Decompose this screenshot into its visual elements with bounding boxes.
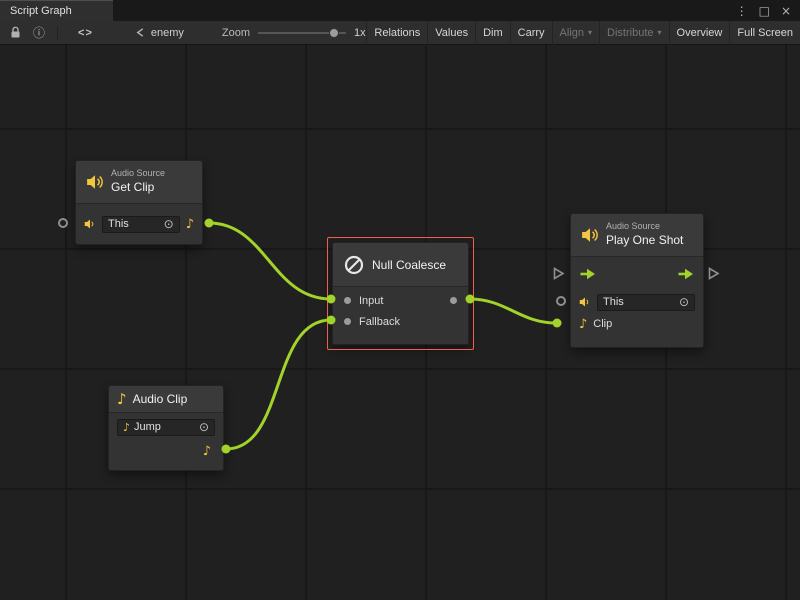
port-label: Clip <box>593 318 612 330</box>
zoom-slider[interactable] <box>258 21 346 45</box>
toolbar-buttons: Relations Values Dim Carry Align ▾ Distri… <box>366 21 800 45</box>
button-dim[interactable]: Dim <box>475 21 510 45</box>
chevron-down-icon: ▾ <box>588 28 592 37</box>
audio-clip-port-icon: ♪ <box>579 318 587 331</box>
window-controls: ⋮ □ × <box>736 0 800 21</box>
node-category: Audio Source <box>606 221 683 233</box>
object-field-value: This <box>108 218 129 230</box>
button-overview[interactable]: Overview <box>669 21 730 45</box>
button-label: Align <box>560 27 584 39</box>
node-title: Play One Shot <box>606 233 683 249</box>
maximize-icon[interactable]: □ <box>759 4 770 18</box>
node-title: Get Clip <box>111 180 165 196</box>
graph-owner-icon <box>135 27 146 38</box>
code-icon[interactable]: <> <box>78 27 93 39</box>
audio-source-icon <box>579 296 591 308</box>
graph-owner-name: enemy <box>151 27 184 39</box>
port-input[interactable] <box>344 297 351 304</box>
object-picker-icon[interactable]: ⊙ <box>164 218 174 230</box>
button-align[interactable]: Align ▾ <box>552 21 599 45</box>
port-playoneshot-target[interactable] <box>556 296 566 306</box>
node-play-one-shot[interactable]: Audio Source Play One Shot This <box>570 213 704 348</box>
node-header: Audio Source Play One Shot <box>571 214 703 256</box>
button-label: Dim <box>483 27 503 39</box>
flow-out-icon[interactable] <box>678 268 694 280</box>
close-icon[interactable]: × <box>781 4 791 18</box>
button-full-screen[interactable]: Full Screen <box>729 21 800 45</box>
port-result[interactable] <box>450 297 457 304</box>
chevron-down-icon: ▾ <box>658 28 662 37</box>
node-header: Null Coalesce <box>333 243 468 286</box>
this-object-field[interactable]: This ⊙ <box>597 294 695 311</box>
node-get-clip[interactable]: Audio Source Get Clip This ⊙ ♪ <box>75 160 203 245</box>
port-label: Fallback <box>359 316 400 328</box>
graph-owner[interactable]: enemy <box>135 27 184 39</box>
button-carry[interactable]: Carry <box>510 21 552 45</box>
null-coalesce-icon <box>343 254 365 276</box>
node-category: Audio Source <box>111 168 165 180</box>
this-object-field[interactable]: This ⊙ <box>102 216 180 233</box>
port-getclip-output[interactable] <box>205 219 214 228</box>
node-header: ♪ Audio Clip <box>109 386 223 412</box>
titlebar: Script Graph ⋮ □ × <box>0 0 800 21</box>
audio-clip-port-icon: ♪ <box>203 445 211 458</box>
object-picker-icon[interactable]: ⊙ <box>679 296 689 308</box>
port-audioclip-output[interactable] <box>222 445 231 454</box>
button-relations[interactable]: Relations <box>366 21 427 45</box>
object-field-value: Jump <box>134 421 161 433</box>
button-label: Overview <box>677 27 723 39</box>
graph-toolbar: ⓘ <> enemy Zoom 1x Relations Values Dim … <box>0 21 800 45</box>
audio-source-icon <box>581 226 599 244</box>
toolbar-separator <box>57 26 58 40</box>
port-playoneshot-clip[interactable] <box>553 319 562 328</box>
node-title: Null Coalesce <box>372 258 446 272</box>
audio-clip-port-icon: ♪ <box>186 218 194 231</box>
port-nullcoalesce-input[interactable] <box>327 295 336 304</box>
wire-getclip-to-input[interactable] <box>209 223 331 299</box>
wire-result-to-clip[interactable] <box>470 299 556 323</box>
node-header: Audio Source Get Clip <box>76 161 202 203</box>
audio-clip-icon: ♪ <box>117 392 127 407</box>
node-title: Audio Clip <box>133 392 188 406</box>
button-label: Distribute <box>607 27 653 39</box>
node-audio-clip[interactable]: ♪ Audio Clip ♪ Jump ⊙ ♪ <box>108 385 224 471</box>
wire-audioclip-to-fallback[interactable] <box>226 320 331 449</box>
node-null-coalesce[interactable]: Null Coalesce Input Fallback <box>332 242 469 345</box>
port-nullcoalesce-fallback[interactable] <box>327 316 336 325</box>
audio-clip-object-field[interactable]: ♪ Jump ⊙ <box>117 419 215 436</box>
button-values[interactable]: Values <box>427 21 475 45</box>
info-icon[interactable]: ⓘ <box>33 24 45 41</box>
button-label: Values <box>435 27 468 39</box>
button-label: Carry <box>518 27 545 39</box>
port-nullcoalesce-result[interactable] <box>466 295 475 304</box>
flow-port-in[interactable] <box>552 266 565 281</box>
object-field-value: This <box>603 296 624 308</box>
zoom-label: Zoom <box>222 27 250 39</box>
audio-source-icon <box>84 218 96 230</box>
port-label: Input <box>359 295 383 307</box>
menu-icon[interactable]: ⋮ <box>736 4 748 18</box>
tab-script-graph[interactable]: Script Graph <box>0 0 113 21</box>
flow-port-out[interactable] <box>707 266 720 281</box>
button-label: Full Screen <box>737 27 793 39</box>
button-label: Relations <box>374 27 420 39</box>
zoom-slider-handle[interactable] <box>329 28 339 38</box>
graph-canvas[interactable]: Audio Source Get Clip This ⊙ ♪ Null C <box>0 45 800 600</box>
port-fallback[interactable] <box>344 318 351 325</box>
tab-label: Script Graph <box>10 5 72 17</box>
button-distribute[interactable]: Distribute ▾ <box>599 21 668 45</box>
lock-icon[interactable] <box>10 26 21 39</box>
audio-source-icon <box>86 173 104 191</box>
audio-clip-icon: ♪ <box>123 422 130 433</box>
flow-in-icon[interactable] <box>580 268 596 280</box>
zoom-value: 1x <box>354 27 366 39</box>
port-getclip-target[interactable] <box>58 218 68 228</box>
object-picker-icon[interactable]: ⊙ <box>199 421 209 433</box>
